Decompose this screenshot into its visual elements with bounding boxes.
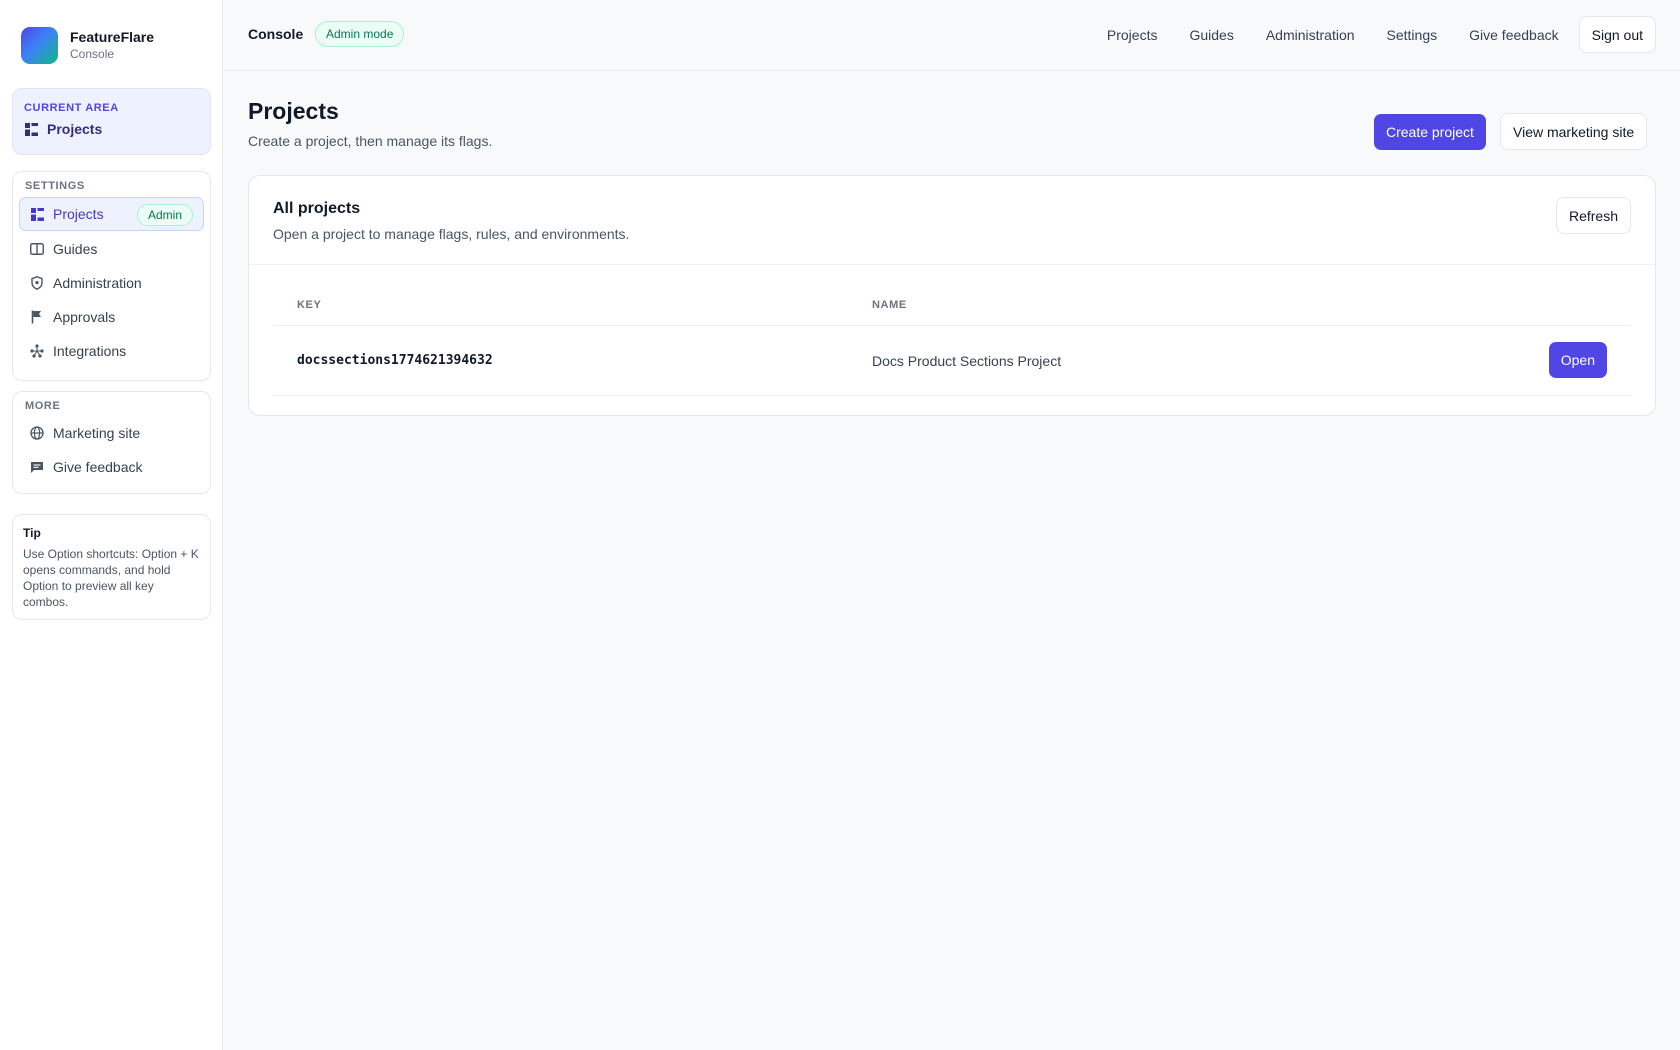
top-nav-guides[interactable]: Guides [1189,27,1233,43]
projects-card: All projects Open a project to manage fl… [248,175,1656,416]
settings-title: SETTINGS [25,180,85,192]
admin-badge: Admin [136,204,193,226]
column-header-name: NAME [872,299,907,311]
sidebar-item-approvals[interactable]: Approvals [19,300,204,334]
project-name: Docs Product Sections Project [872,353,1062,369]
sidebar-item-label: Integrations [53,343,127,359]
sidebar-item-label: Administration [53,275,142,291]
dashboard-icon [30,207,44,221]
brand-logo [21,27,58,64]
project-key: docssections1774621394632 [297,353,493,368]
sidebar-item-label: Guides [53,241,98,257]
top-nav-give-feedback[interactable]: Give feedback [1469,27,1559,43]
sidebar-item-marketing-site[interactable]: Marketing site [19,416,204,450]
brand[interactable]: FeatureFlare Console [21,27,154,64]
sidebar-item-give-feedback[interactable]: Give feedback [19,450,204,484]
brand-name: FeatureFlare [70,29,155,45]
shield-icon [30,276,44,290]
card-subtitle: Open a project to manage flags, rules, a… [273,226,630,242]
top-nav-administration[interactable]: Administration [1266,27,1355,43]
top-nav-settings[interactable]: Settings [1387,27,1438,43]
chat-icon [30,460,44,474]
sidebar-item-label: Approvals [53,309,116,325]
dashboard-icon [24,122,38,136]
current-area-text: Projects [47,121,103,137]
more-panel: MORE Marketing site Give feedback [12,391,211,494]
refresh-button[interactable]: Refresh [1555,197,1631,234]
sidebar-item-projects[interactable]: Projects Admin [19,197,204,231]
globe-icon [30,426,44,440]
book-icon [30,242,44,256]
console-title: Console [248,26,304,42]
open-project-button[interactable]: Open [1548,342,1607,378]
current-area-label: CURRENT AREA [24,102,119,114]
sidebar-item-label: Marketing site [53,425,141,441]
page-subtitle: Create a project, then manage its flags. [248,133,493,149]
tip-body: Use Option shortcuts: Option + K opens c… [23,547,199,609]
flag-icon [30,310,44,324]
sidebar-item-label: Projects [53,206,104,222]
table-divider [273,325,1631,326]
integrations-icon [30,344,44,358]
more-title: MORE [25,400,61,412]
page-title: Projects [248,98,339,124]
sign-out-button[interactable]: Sign out [1578,16,1656,53]
table-divider [273,395,1631,396]
card-header: All projects Open a project to manage fl… [249,176,1655,265]
sidebar-item-label: Give feedback [53,459,143,475]
admin-mode-badge: Admin mode [315,21,405,47]
column-header-key: KEY [297,299,322,311]
card-title: All projects [273,200,361,217]
tip-title: Tip [23,526,41,540]
brand-subtitle: Console [70,47,115,61]
sidebar-item-administration[interactable]: Administration [19,266,204,300]
top-nav: Projects Guides Administration Settings … [1107,16,1656,53]
sidebar-item-guides[interactable]: Guides [19,232,204,266]
sidebar-item-integrations[interactable]: Integrations [19,334,204,368]
create-project-button[interactable]: Create project [1374,114,1486,150]
current-area-value: Projects [24,121,102,137]
current-area-panel: CURRENT AREA Projects [12,88,211,155]
view-marketing-site-button[interactable]: View marketing site [1500,113,1648,150]
settings-panel: SETTINGS Projects Admin Guides Administr… [12,171,211,381]
sidebar: FeatureFlare Console CURRENT AREA Projec… [0,0,223,1050]
top-nav-projects[interactable]: Projects [1107,27,1158,43]
tip-panel: Tip Use Option shortcuts: Option + K ope… [12,514,211,620]
top-bar: Console Admin mode Projects Guides Admin… [224,0,1680,71]
